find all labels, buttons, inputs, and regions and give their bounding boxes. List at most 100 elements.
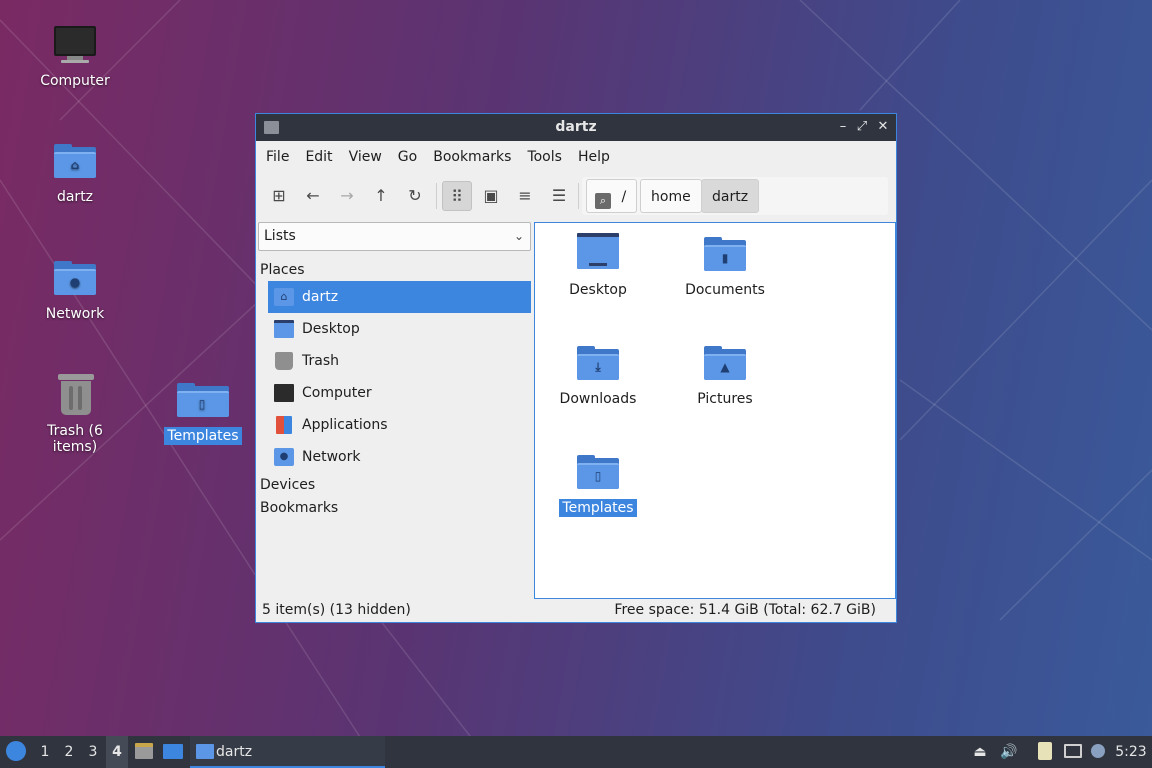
dragged-templates-icon[interactable]: ▯ Templates bbox=[148, 377, 258, 445]
pictures-folder-icon: ▲ bbox=[702, 340, 748, 384]
crumb-home[interactable]: home bbox=[640, 179, 702, 213]
update-notifier-icon[interactable] bbox=[1088, 736, 1108, 768]
crumb-dartz[interactable]: dartz bbox=[701, 179, 760, 213]
taskbar-window-dartz[interactable]: dartz bbox=[190, 736, 385, 768]
file-item-documents[interactable]: ▮ Documents bbox=[670, 231, 780, 299]
sidebar-item-computer[interactable]: Computer bbox=[268, 377, 531, 409]
desktop-icon-label: Network bbox=[45, 306, 105, 322]
places-header: Places bbox=[260, 262, 305, 278]
new-tab-icon[interactable]: ⊞ bbox=[264, 181, 294, 211]
bookmarks-header[interactable]: Bookmarks bbox=[260, 500, 338, 516]
home-folder-icon: ⌂ bbox=[274, 288, 294, 306]
templates-folder-icon: ▯ bbox=[175, 377, 231, 423]
desktop-icon-trash[interactable]: Trash (6 items) bbox=[20, 372, 130, 456]
sidebar-item-label: Desktop bbox=[302, 321, 360, 337]
downloads-folder-icon: ⤓ bbox=[575, 340, 621, 384]
desktop-icon-label: Templates bbox=[164, 427, 242, 445]
desktop-icon bbox=[274, 320, 294, 338]
statusbar: 5 item(s) (13 hidden) Free space: 51.4 G… bbox=[256, 600, 896, 622]
titlebar[interactable]: dartz – ⤢ ✕ bbox=[256, 114, 896, 141]
home-folder-icon: ⌂ bbox=[52, 138, 98, 184]
network-icon: ● bbox=[274, 448, 294, 466]
desktop-icon-computer[interactable]: Computer bbox=[20, 22, 130, 90]
folder-icon bbox=[196, 744, 214, 759]
free-space: Free space: 51.4 GiB (Total: 62.7 GiB) bbox=[614, 602, 876, 618]
show-desktop-icon bbox=[163, 744, 183, 759]
trash-icon bbox=[52, 372, 98, 418]
desktop-icon-label: Computer bbox=[40, 73, 110, 89]
up-arrow-icon[interactable]: ↑ bbox=[366, 181, 396, 211]
sidebar-item-desktop[interactable]: Desktop bbox=[268, 313, 531, 345]
file-view[interactable]: Desktop ▮ Documents ⤓ Downloads ▲ Pictur… bbox=[534, 222, 896, 599]
sidebar-item-label: Applications bbox=[302, 417, 388, 433]
eject-icon[interactable]: ⏏ bbox=[970, 736, 990, 768]
devices-header[interactable]: Devices bbox=[260, 477, 315, 493]
desktop-icon-network[interactable]: ● Network bbox=[20, 255, 130, 323]
sidebar-item-network[interactable]: ● Network bbox=[268, 441, 531, 473]
lubuntu-logo-icon bbox=[6, 741, 26, 761]
show-desktop-button[interactable] bbox=[161, 736, 185, 768]
file-item-label: Templates bbox=[559, 499, 637, 517]
file-item-pictures[interactable]: ▲ Pictures bbox=[670, 340, 780, 408]
file-item-label: Documents bbox=[685, 282, 765, 298]
file-item-downloads[interactable]: ⤓ Downloads bbox=[543, 340, 653, 408]
compact-view-icon[interactable]: ≡ bbox=[510, 181, 540, 211]
sidebar-item-dartz[interactable]: ⌂ dartz bbox=[268, 281, 531, 313]
desktop-icon-label: Trash (6 items) bbox=[47, 423, 103, 455]
file-item-label: Pictures bbox=[697, 391, 753, 407]
toolbar: ⊞ ← → ↑ ↻ ⠿ ▣ ≡ ☰ ⌕ / home dartz bbox=[256, 173, 896, 217]
file-item-templates[interactable]: ▯ Templates bbox=[543, 449, 653, 517]
workspace-1[interactable]: 1 bbox=[34, 736, 56, 768]
reload-icon[interactable]: ↻ bbox=[400, 181, 430, 211]
file-manager-window[interactable]: dartz – ⤢ ✕ File Edit View Go Bookmarks … bbox=[255, 113, 897, 623]
sidebar-item-trash[interactable]: Trash bbox=[268, 345, 531, 377]
search-icon: ⌕ bbox=[595, 193, 611, 209]
file-item-label: Desktop bbox=[569, 282, 627, 298]
start-menu-button[interactable] bbox=[4, 736, 28, 768]
workspace-4[interactable]: 4 bbox=[106, 736, 128, 768]
sidebar: Lists ⌄ Places ⌂ dartz Desktop Trash Com… bbox=[258, 222, 532, 600]
trash-icon bbox=[275, 352, 293, 370]
file-manager-icon bbox=[135, 743, 153, 759]
menu-file[interactable]: File bbox=[258, 149, 297, 165]
applications-icon bbox=[276, 416, 292, 434]
close-button[interactable]: ✕ bbox=[874, 118, 892, 136]
menu-go[interactable]: Go bbox=[390, 149, 425, 165]
maximize-button[interactable]: ⤢ bbox=[853, 118, 871, 136]
task-label: dartz bbox=[216, 744, 253, 760]
back-arrow-icon[interactable]: ← bbox=[298, 181, 328, 211]
icon-view-icon[interactable]: ⠿ bbox=[442, 181, 472, 211]
crumb-root-label: / bbox=[621, 189, 627, 205]
crumb-root[interactable]: ⌕ / bbox=[586, 179, 638, 213]
forward-arrow-icon[interactable]: → bbox=[332, 181, 362, 211]
menu-tools[interactable]: Tools bbox=[519, 149, 570, 165]
desktop-icon-home[interactable]: ⌂ dartz bbox=[20, 138, 130, 206]
menu-bookmarks[interactable]: Bookmarks bbox=[425, 149, 519, 165]
menu-edit[interactable]: Edit bbox=[297, 149, 340, 165]
minimize-button[interactable]: – bbox=[834, 118, 852, 136]
sidebar-item-label: Computer bbox=[302, 385, 372, 401]
desktop-folder-icon bbox=[575, 231, 621, 275]
window-title: dartz bbox=[555, 119, 597, 135]
sidebar-item-applications[interactable]: Applications bbox=[268, 409, 531, 441]
templates-folder-icon: ▯ bbox=[575, 449, 621, 493]
menu-view[interactable]: View bbox=[341, 149, 390, 165]
computer-icon bbox=[52, 22, 98, 68]
clock[interactable]: 5:23 bbox=[1112, 736, 1150, 768]
workspace-2[interactable]: 2 bbox=[58, 736, 80, 768]
workspace-3[interactable]: 3 bbox=[82, 736, 104, 768]
detailed-list-view-icon[interactable]: ☰ bbox=[544, 181, 574, 211]
file-item-desktop[interactable]: Desktop bbox=[543, 231, 653, 299]
clipboard-icon[interactable] bbox=[1034, 736, 1056, 768]
sidebar-item-label: dartz bbox=[302, 289, 339, 305]
file-manager-launcher[interactable] bbox=[133, 736, 155, 768]
network-status-icon[interactable] bbox=[1062, 736, 1084, 768]
thumbnail-view-icon[interactable]: ▣ bbox=[476, 181, 506, 211]
volume-icon[interactable]: 🔊 bbox=[998, 736, 1020, 768]
documents-folder-icon: ▮ bbox=[702, 231, 748, 275]
side-pane-mode-select[interactable]: Lists ⌄ bbox=[258, 222, 531, 251]
menu-help[interactable]: Help bbox=[570, 149, 618, 165]
item-count: 5 item(s) (13 hidden) bbox=[262, 602, 411, 618]
desktop-icon-label: dartz bbox=[56, 189, 94, 205]
side-pane-mode-value: Lists bbox=[264, 228, 296, 244]
